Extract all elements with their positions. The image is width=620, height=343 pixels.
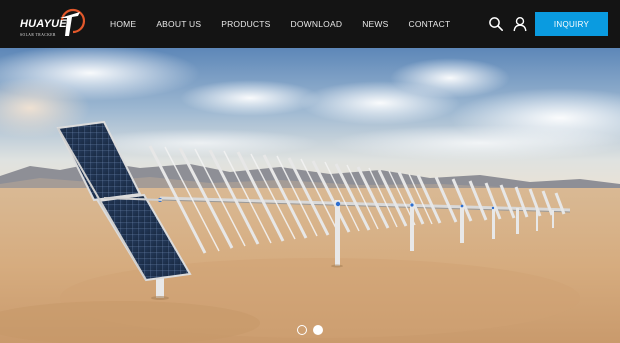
brand-logo[interactable]: HUAYUE SOLAR TRACKER — [12, 6, 85, 42]
nav-about-us[interactable]: ABOUT US — [156, 19, 201, 29]
brand-tagline: SOLAR TRACKER — [20, 33, 56, 37]
slide-dot-2-active[interactable] — [313, 325, 323, 335]
hero-image — [0, 48, 620, 343]
nav-download[interactable]: DOWNLOAD — [291, 19, 343, 29]
nav-contact[interactable]: CONTACT — [409, 19, 451, 29]
site-header: HUAYUE SOLAR TRACKER HOME ABOUT US PRODU… — [0, 0, 620, 48]
nav-products[interactable]: PRODUCTS — [221, 19, 270, 29]
search-icon[interactable] — [488, 16, 504, 32]
main-nav: HOME ABOUT US PRODUCTS DOWNLOAD NEWS CON… — [110, 0, 470, 48]
logo-mark-icon — [60, 8, 85, 36]
slider-dots — [0, 325, 620, 337]
slide-dot-1[interactable] — [297, 325, 307, 335]
user-icon[interactable] — [512, 16, 528, 32]
nav-home[interactable]: HOME — [110, 19, 136, 29]
hero-banner — [0, 48, 620, 343]
nav-news[interactable]: NEWS — [362, 19, 388, 29]
inquiry-button[interactable]: INQUIRY — [535, 12, 608, 36]
